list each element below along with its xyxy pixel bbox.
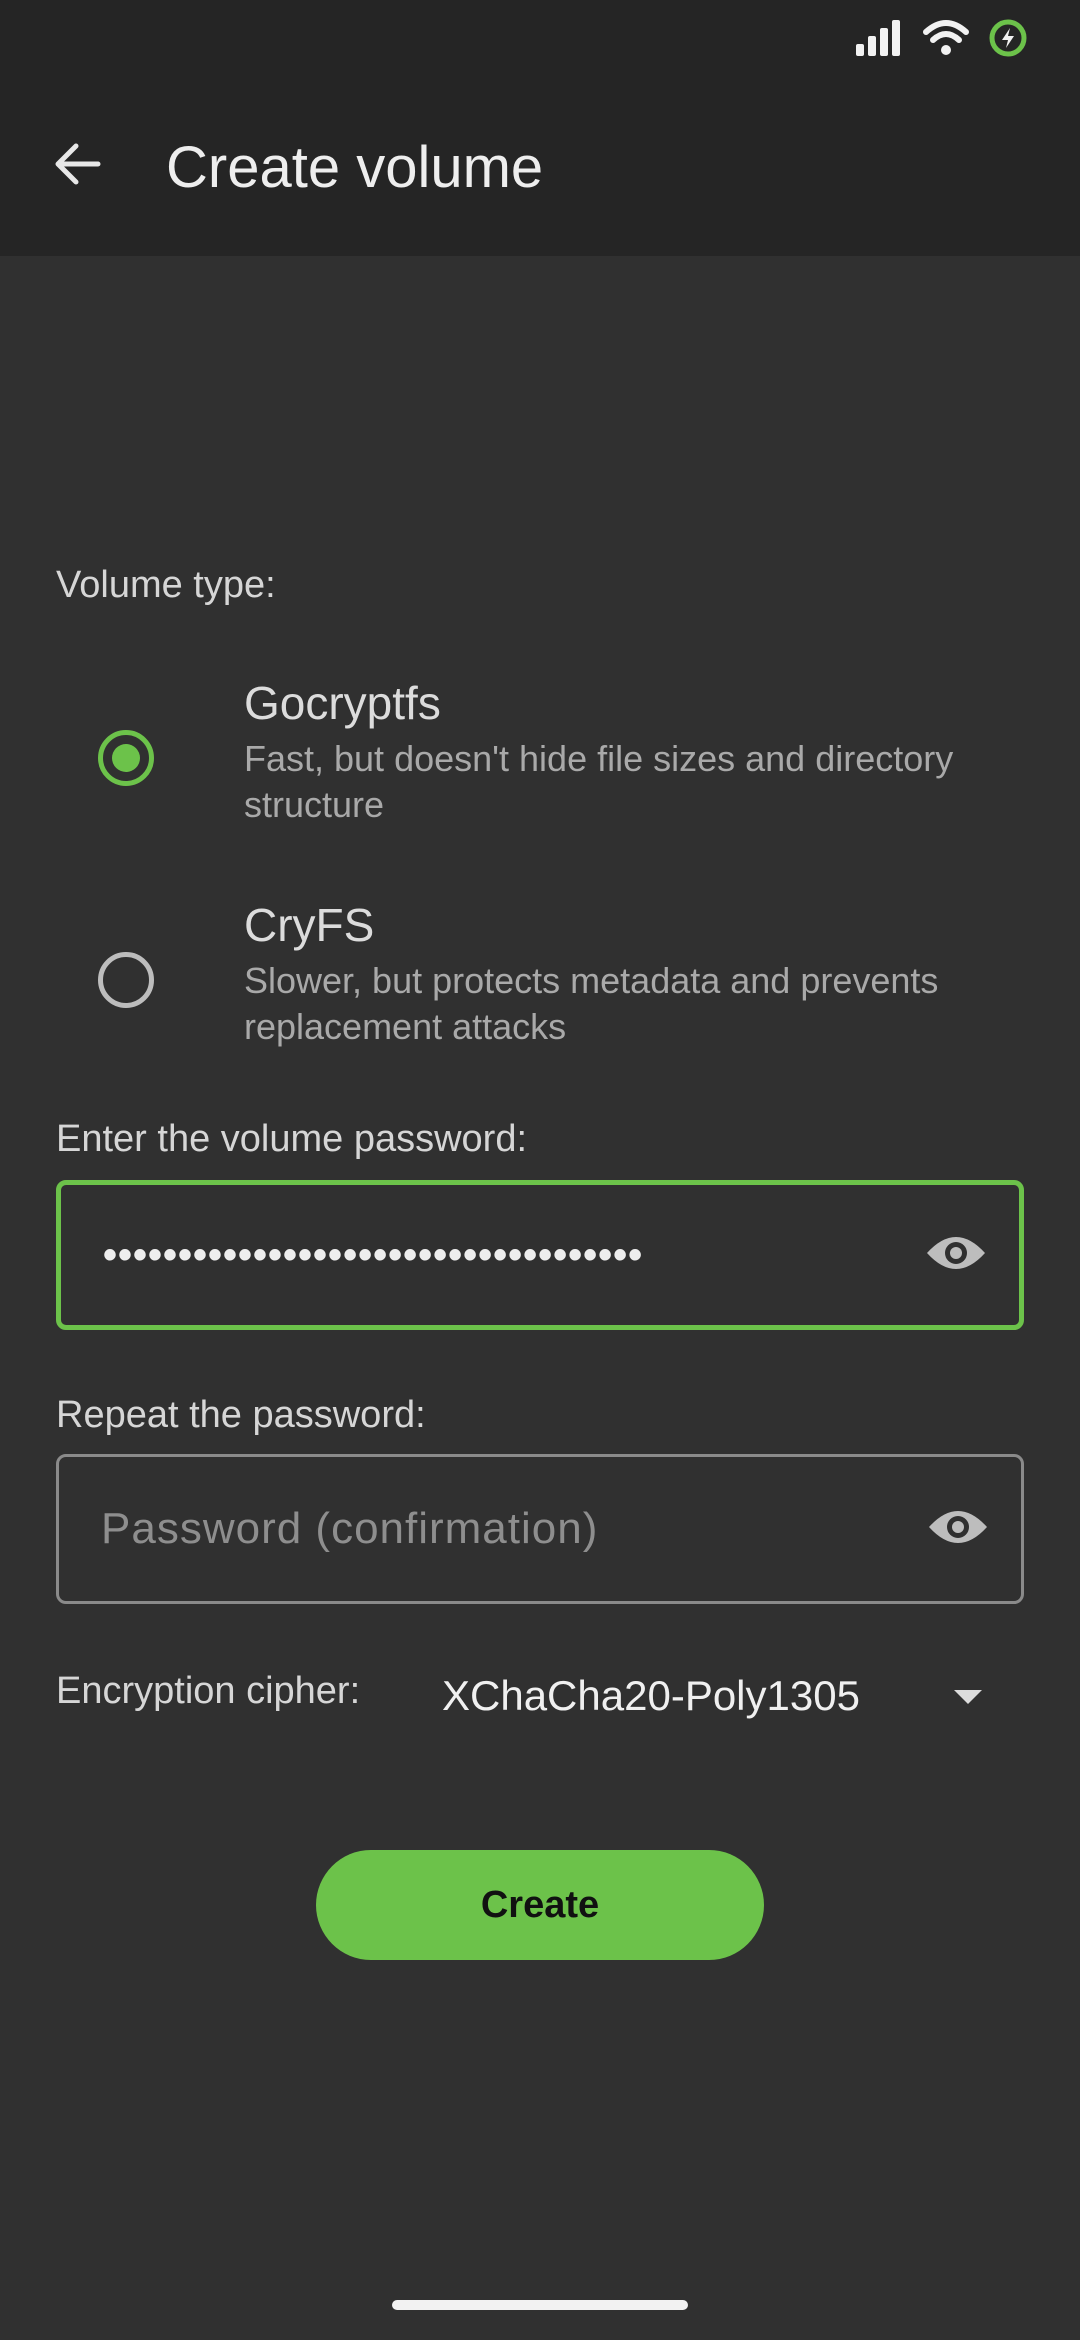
option-title: CryFS bbox=[244, 899, 375, 951]
cipher-label: Encryption cipher: bbox=[56, 1670, 361, 1712]
create-volume-form: Volume type: Gocryptfs Fast, but doesn't… bbox=[0, 256, 1080, 2340]
signal-icon bbox=[854, 18, 904, 63]
home-indicator[interactable] bbox=[392, 2300, 688, 2310]
option-description: Fast, but doesn't hide file sizes and di… bbox=[244, 738, 954, 825]
arrow-back-icon bbox=[52, 138, 104, 195]
eye-icon bbox=[925, 1233, 987, 1278]
wifi-icon bbox=[922, 18, 970, 63]
volume-type-option-gocryptfs[interactable]: Gocryptfs Fast, but doesn't hide file si… bbox=[0, 676, 1080, 856]
repeat-password-placeholder: Password (confirmation) bbox=[101, 1504, 599, 1553]
cipher-selected-value: XChaCha20-Poly1305 bbox=[442, 1672, 860, 1719]
status-icons bbox=[854, 18, 1028, 62]
volume-type-label: Volume type: bbox=[56, 564, 276, 606]
create-button[interactable]: Create bbox=[316, 1850, 764, 1960]
dropdown-arrow-icon bbox=[954, 1690, 982, 1704]
option-description: Slower, but protects metadata and preven… bbox=[244, 960, 939, 1047]
password-input[interactable]: •••••••••••••••••••••••••••••••••••• bbox=[56, 1180, 1024, 1330]
status-bar bbox=[0, 0, 1080, 78]
radio-button-cryfs[interactable] bbox=[98, 952, 154, 1008]
back-button[interactable] bbox=[40, 128, 116, 204]
radio-button-gocryptfs[interactable] bbox=[98, 730, 154, 786]
password-value: •••••••••••••••••••••••••••••••••••• bbox=[103, 1232, 644, 1277]
password-label: Enter the volume password: bbox=[56, 1118, 528, 1160]
toggle-repeat-password-visibility-button[interactable] bbox=[925, 1496, 991, 1562]
battery-charging-icon bbox=[988, 18, 1028, 63]
toggle-password-visibility-button[interactable] bbox=[923, 1222, 989, 1288]
option-title: Gocryptfs bbox=[244, 677, 441, 729]
eye-icon bbox=[927, 1507, 989, 1552]
repeat-password-label: Repeat the password: bbox=[56, 1394, 426, 1436]
repeat-password-input[interactable]: Password (confirmation) bbox=[56, 1454, 1024, 1604]
cipher-dropdown[interactable]: XChaCha20-Poly1305 bbox=[442, 1656, 1002, 1736]
app-bar: Create volume bbox=[0, 78, 1080, 256]
volume-type-option-cryfs[interactable]: CryFS Slower, but protects metadata and … bbox=[0, 898, 1080, 1078]
page-title: Create volume bbox=[166, 135, 544, 200]
